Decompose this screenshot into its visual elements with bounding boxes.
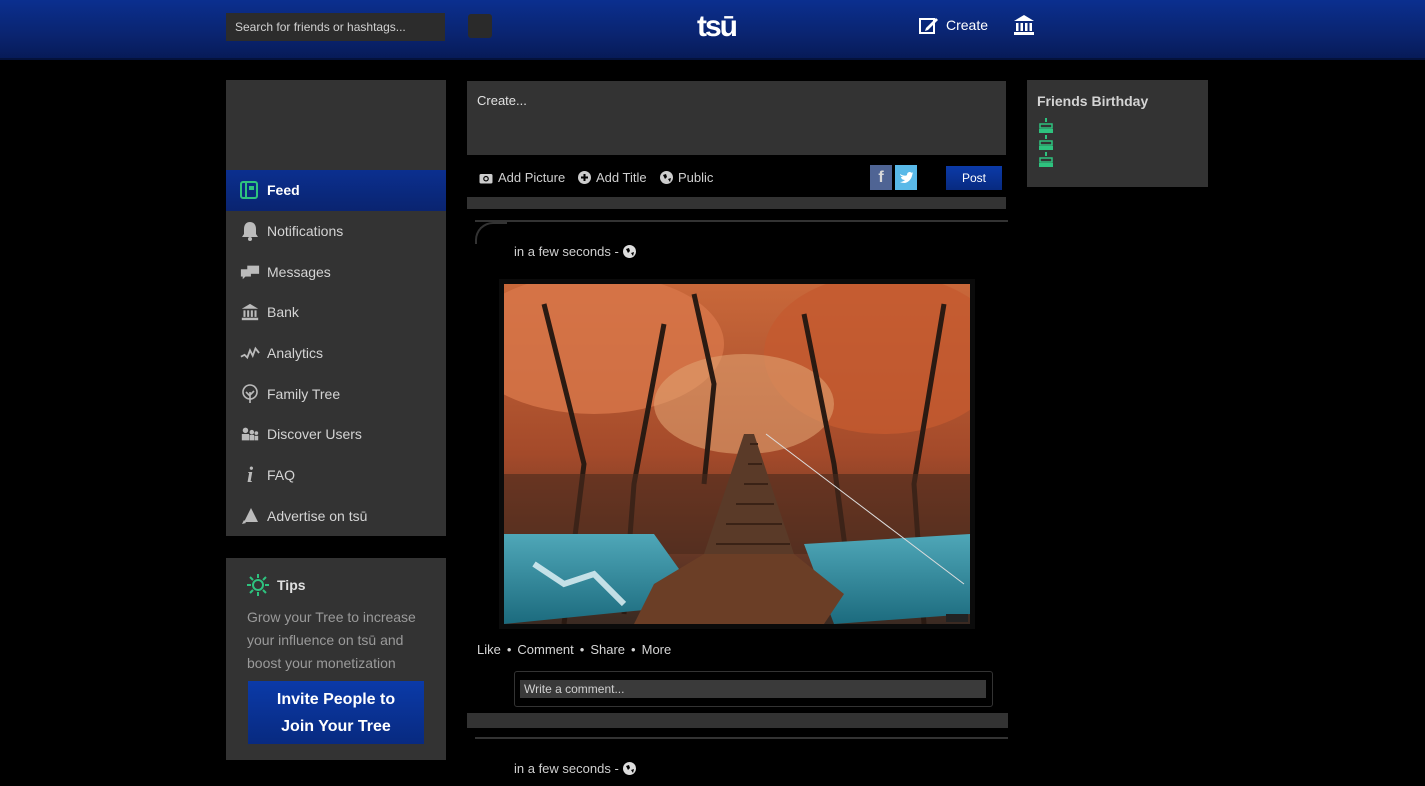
- post-button[interactable]: Post: [946, 166, 1002, 190]
- sidebar-item-bank[interactable]: Bank: [226, 292, 446, 333]
- separator: •: [506, 642, 512, 657]
- facebook-share-icon[interactable]: f: [870, 165, 892, 190]
- sidebar-item-family-tree[interactable]: Family Tree: [226, 373, 446, 414]
- add-title-label: Add Title: [596, 170, 647, 185]
- cake-icon[interactable]: [1039, 118, 1053, 134]
- twitter-share-icon[interactable]: [895, 165, 917, 190]
- sidebar-item-advertise[interactable]: Advertise on tsū: [226, 496, 446, 537]
- sidebar-item-feed[interactable]: Feed: [226, 170, 446, 211]
- plus-circle-icon: [578, 171, 591, 184]
- add-title-button[interactable]: Add Title: [578, 170, 647, 185]
- sidebar-item-label: Bank: [267, 304, 299, 321]
- sidebar-item-label: Analytics: [267, 345, 324, 362]
- post-image-frame: [499, 279, 975, 629]
- sidebar-item-label: Messages: [267, 263, 331, 280]
- sidebar-item-label: Feed: [267, 182, 300, 199]
- post-timestamp[interactable]: in a few seconds -: [514, 244, 619, 259]
- sidebar-item-label: Advertise on tsū: [267, 507, 368, 524]
- camera-icon: [479, 173, 493, 183]
- visibility-label: Public: [678, 170, 714, 185]
- bank-link[interactable]: [1013, 14, 1035, 41]
- post-meta: in a few seconds -: [514, 244, 636, 259]
- post-divider: [475, 220, 1008, 222]
- tips-text: Grow your Tree to increase your influenc…: [247, 609, 416, 671]
- tree-icon: [240, 383, 260, 404]
- sidebar-item-messages[interactable]: Messages: [226, 251, 446, 292]
- feed-separator: [467, 713, 1008, 728]
- create-link[interactable]: Create: [919, 16, 988, 34]
- sidebar-item-discover-users[interactable]: Discover Users: [226, 414, 446, 455]
- top-bar: tsū Create: [0, 0, 1425, 60]
- edit-icon: [919, 18, 938, 34]
- feed-post: in a few seconds -: [467, 211, 1008, 713]
- logo[interactable]: tsū: [697, 10, 738, 44]
- globe-icon: [622, 245, 636, 258]
- birthday-list: [1039, 118, 1053, 168]
- composer-input[interactable]: Create...: [477, 93, 527, 108]
- analytics-icon: [240, 343, 260, 363]
- post-actions: Like • Comment • Share • More: [477, 642, 671, 657]
- sidebar-item-label: FAQ: [267, 467, 296, 484]
- globe-icon: [622, 762, 636, 775]
- comment-input[interactable]: [520, 680, 986, 698]
- composer-toolbar: Add Picture Add Title Public f Post: [467, 157, 1006, 209]
- sidebar-item-label: Notifications: [267, 223, 344, 240]
- comment-button[interactable]: Comment: [517, 642, 573, 657]
- sidebar-item-analytics[interactable]: Analytics: [226, 333, 446, 374]
- tips-title: Tips: [277, 577, 306, 593]
- sidebar-item-notifications[interactable]: Notifications: [226, 211, 446, 252]
- avatar[interactable]: [475, 222, 507, 244]
- visibility-selector[interactable]: Public: [660, 170, 713, 185]
- invite-button[interactable]: Invite People to Join Your Tree: [248, 681, 424, 744]
- info-icon: i: [246, 462, 254, 488]
- post-meta: in a few seconds -: [514, 761, 636, 776]
- post-image[interactable]: [504, 284, 970, 624]
- search-input[interactable]: [226, 13, 445, 41]
- globe-icon: [660, 171, 673, 184]
- cake-icon[interactable]: [1039, 135, 1053, 151]
- tips-panel: Tips Grow your Tree to increase your inf…: [226, 558, 446, 760]
- invite-line-1: Invite People to: [276, 690, 396, 708]
- friends-birthday-panel: Friends Birthday: [1027, 80, 1208, 187]
- like-button[interactable]: Like: [477, 642, 501, 657]
- add-picture-label: Add Picture: [498, 170, 566, 185]
- birthday-title: Friends Birthday: [1037, 93, 1149, 109]
- share-button[interactable]: Share: [590, 642, 625, 657]
- add-picture-button[interactable]: Add Picture: [479, 170, 565, 185]
- sidebar-nav: Feed Notifications Messages Bank Analyti…: [226, 170, 446, 536]
- create-label: Create: [946, 17, 989, 33]
- comment-box: [514, 671, 993, 707]
- sidebar-item-faq[interactable]: i FAQ: [226, 455, 446, 496]
- post-timestamp[interactable]: in a few seconds -: [514, 761, 619, 776]
- users-icon: [240, 424, 260, 444]
- feed-post: in a few seconds -: [467, 728, 1008, 786]
- sidebar-item-label: Family Tree: [267, 385, 341, 402]
- feed-icon: [240, 180, 260, 200]
- bank-icon: [240, 302, 260, 322]
- bank-icon: [1014, 15, 1034, 35]
- post-composer[interactable]: Create...: [467, 81, 1006, 155]
- bell-icon: [240, 221, 260, 242]
- separator: •: [631, 642, 636, 657]
- lightbulb-icon: [247, 574, 269, 596]
- sidebar-item-label: Discover Users: [267, 426, 362, 443]
- more-button[interactable]: More: [642, 642, 672, 657]
- search-button[interactable]: [468, 14, 492, 38]
- post-divider: [475, 737, 1008, 739]
- tips-header: Tips: [247, 574, 306, 596]
- separator: •: [579, 642, 585, 657]
- messages-icon: [240, 262, 260, 282]
- cake-icon[interactable]: [1039, 152, 1053, 168]
- invite-line-2: Join Your Tree: [281, 717, 391, 735]
- megaphone-icon: [240, 506, 260, 526]
- left-sidebar: Feed Notifications Messages Bank Analyti…: [226, 80, 446, 536]
